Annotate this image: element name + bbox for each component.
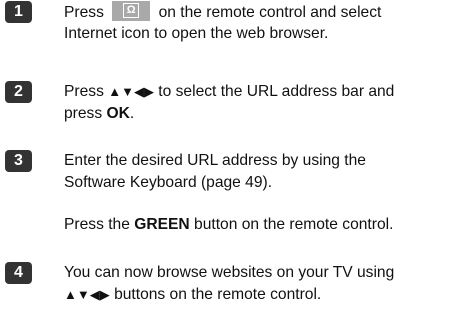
step-number-badge: 3 — [5, 150, 32, 172]
step-3-line-1: Enter the desired URL address by using t… — [64, 152, 366, 169]
green-button-label: GREEN — [134, 216, 190, 233]
step-3-text: Enter the desired URL address by using t… — [64, 150, 393, 236]
arrow-keys-icon: ▲▼◀▶ — [108, 84, 154, 99]
ok-button-label: OK — [106, 105, 130, 122]
step-4-line-1: You can now browse websites on your TV u… — [64, 264, 395, 281]
step-2-line-1: Press ▲▼◀▶ to select the URL address bar… — [64, 83, 395, 100]
arrow-keys-icon: ▲▼◀▶ — [64, 287, 110, 302]
step-1-line-1: Press Ω on the remote control and select — [64, 1, 381, 23]
internet-apps-button-icon: Ω — [112, 1, 151, 21]
step-4-text: You can now browse websites on your TV u… — [64, 262, 394, 306]
step-3-line-2: Software Keyboard (page 49). — [64, 174, 273, 191]
step-2-text: Press ▲▼◀▶ to select the URL address bar… — [64, 81, 394, 125]
step-4-line-2: ▲▼◀▶ buttons on the remote control. — [64, 286, 322, 303]
step-1-text: Press Ω on the remote control and select… — [64, 1, 381, 45]
step-2-line-2: press OK. — [64, 105, 135, 122]
step-1-line-2: Internet icon to open the web browser. — [64, 25, 329, 42]
step-3-line-3: Press the GREEN button on the remote con… — [64, 216, 394, 233]
step-number-badge: 4 — [5, 262, 32, 284]
step-number-badge: 1 — [5, 1, 32, 23]
step-number-badge: 2 — [5, 81, 32, 103]
